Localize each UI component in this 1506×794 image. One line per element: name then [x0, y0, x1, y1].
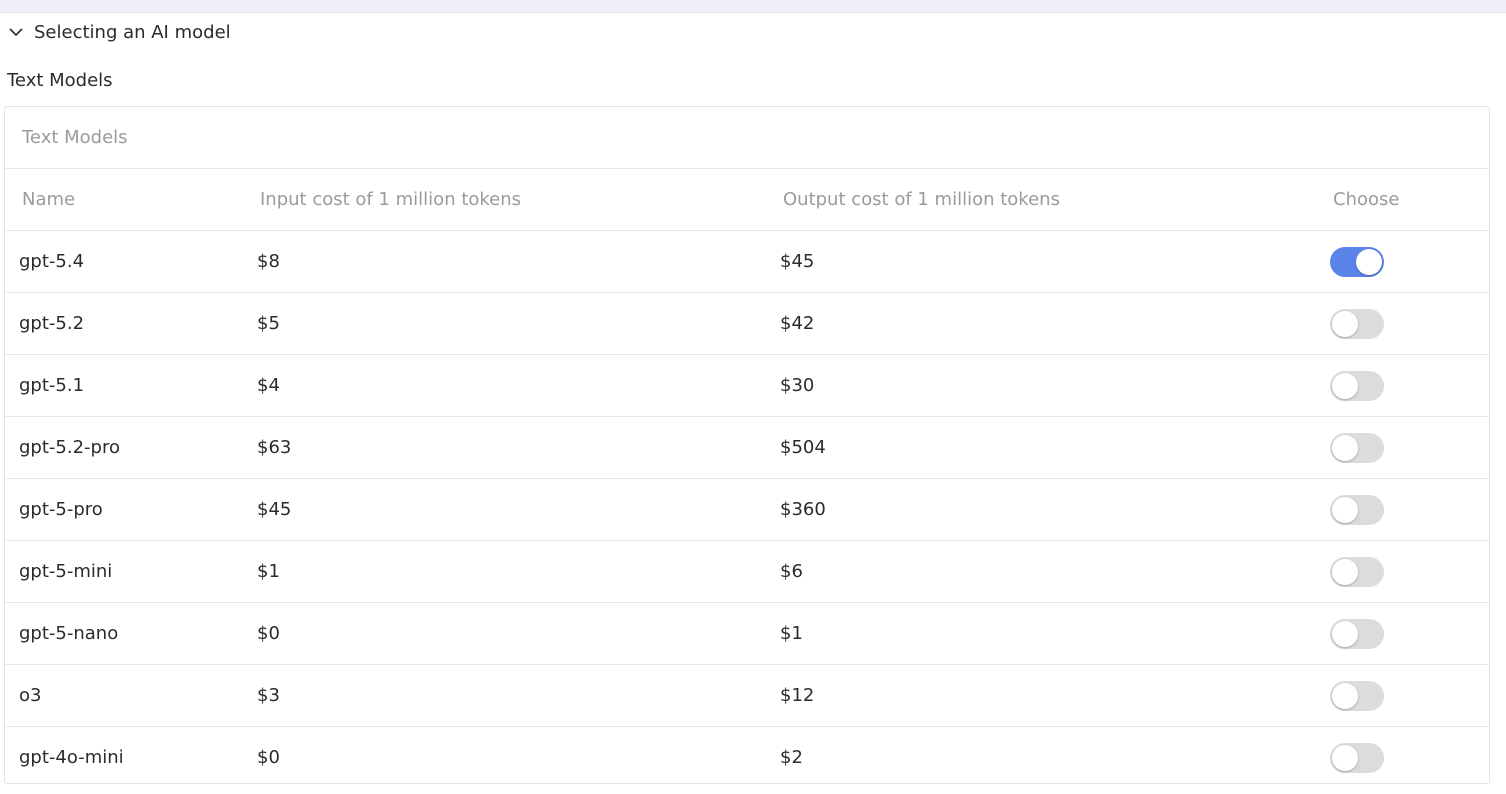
- table-row: gpt-5.2 $5 $42: [5, 293, 1489, 355]
- model-name: gpt-5.4: [19, 251, 85, 272]
- column-header-output-cost: Output cost of 1 million tokens: [783, 189, 1060, 210]
- input-cost: $0: [257, 747, 280, 768]
- model-name: gpt-5-nano: [19, 623, 119, 644]
- toggle-knob: [1332, 559, 1358, 585]
- text-models-table: Text Models Name Input cost of 1 million…: [4, 106, 1490, 784]
- table-body: gpt-5.4 $8 $45 gpt-5.2 $5 $42 gpt-5.1 $4 $30 gpt-…: [5, 231, 1489, 788]
- table-caption: Text Models: [5, 107, 1489, 169]
- section-title: Selecting an AI model: [34, 21, 231, 43]
- choose-toggle[interactable]: [1330, 495, 1384, 525]
- choose-toggle[interactable]: [1330, 619, 1384, 649]
- model-name: gpt-5.2: [19, 313, 85, 334]
- table-row: gpt-5-nano $0 $1: [5, 603, 1489, 665]
- choose-toggle[interactable]: [1330, 743, 1384, 773]
- table-row: gpt-5.2-pro $63 $504: [5, 417, 1489, 479]
- output-cost: $45: [780, 251, 815, 272]
- choose-toggle[interactable]: [1330, 371, 1384, 401]
- toggle-knob: [1332, 621, 1358, 647]
- top-strip: [0, 0, 1506, 13]
- output-cost: $2: [780, 747, 803, 768]
- input-cost: $3: [257, 685, 280, 706]
- output-cost: $6: [780, 561, 803, 582]
- output-cost: $504: [780, 437, 826, 458]
- subtitle: Text Models: [7, 70, 113, 91]
- toggle-knob: [1332, 497, 1358, 523]
- table-row: gpt-5.1 $4 $30: [5, 355, 1489, 417]
- input-cost: $45: [257, 499, 292, 520]
- input-cost: $8: [257, 251, 280, 272]
- model-name: gpt-5-mini: [19, 561, 113, 582]
- table-header-row: Name Input cost of 1 million tokens Outp…: [5, 169, 1489, 231]
- toggle-knob: [1332, 311, 1358, 337]
- toggle-knob: [1332, 373, 1358, 399]
- choose-toggle[interactable]: [1330, 681, 1384, 711]
- column-header-input-cost: Input cost of 1 million tokens: [260, 189, 522, 210]
- model-name: gpt-5.2-pro: [19, 437, 120, 458]
- table-row: gpt-5-mini $1 $6: [5, 541, 1489, 603]
- section-toggle-selecting-ai-model[interactable]: Selecting an AI model: [8, 19, 231, 45]
- output-cost: $42: [780, 313, 815, 334]
- input-cost: $0: [257, 623, 280, 644]
- table-row: o3 $3 $12: [5, 665, 1489, 727]
- output-cost: $360: [780, 499, 826, 520]
- output-cost: $30: [780, 375, 815, 396]
- choose-toggle[interactable]: [1330, 247, 1384, 277]
- output-cost: $1: [780, 623, 803, 644]
- choose-toggle[interactable]: [1330, 557, 1384, 587]
- model-name: gpt-5.1: [19, 375, 85, 396]
- column-header-choose: Choose: [1333, 189, 1400, 210]
- input-cost: $5: [257, 313, 280, 334]
- table-row: gpt-4o-mini $0 $2: [5, 727, 1489, 788]
- toggle-knob: [1332, 745, 1358, 771]
- model-name: o3: [19, 685, 42, 706]
- choose-toggle[interactable]: [1330, 433, 1384, 463]
- chevron-down-icon: [8, 24, 24, 40]
- table-row: gpt-5-pro $45 $360: [5, 479, 1489, 541]
- input-cost: $1: [257, 561, 280, 582]
- choose-toggle[interactable]: [1330, 309, 1384, 339]
- toggle-knob: [1332, 435, 1358, 461]
- toggle-knob: [1332, 683, 1358, 709]
- input-cost: $4: [257, 375, 280, 396]
- model-name: gpt-5-pro: [19, 499, 103, 520]
- table-row: gpt-5.4 $8 $45: [5, 231, 1489, 293]
- output-cost: $12: [780, 685, 815, 706]
- model-name: gpt-4o-mini: [19, 747, 124, 768]
- column-header-name: Name: [22, 189, 76, 210]
- input-cost: $63: [257, 437, 292, 458]
- toggle-knob: [1356, 249, 1382, 275]
